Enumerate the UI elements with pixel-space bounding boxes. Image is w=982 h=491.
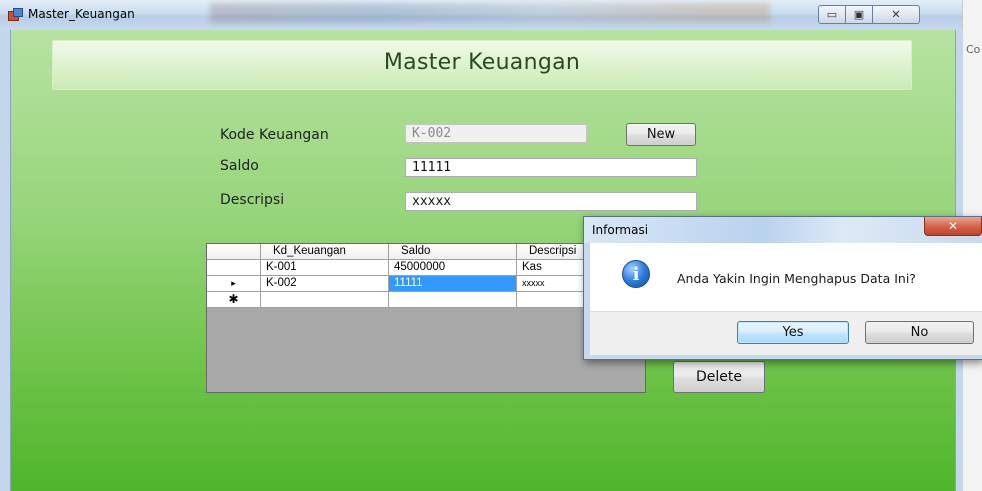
- information-icon: i: [622, 260, 650, 288]
- new-row-indicator[interactable]: ✱: [207, 292, 261, 308]
- no-button[interactable]: No: [865, 321, 974, 344]
- saldo-label: Saldo: [220, 158, 259, 174]
- grid-header-row: Kd_Keuangan Saldo Descripsi: [207, 244, 645, 260]
- descripsi-label: Descripsi: [220, 192, 285, 208]
- table-row[interactable]: ▸ K-002 11111 xxxxx: [207, 276, 645, 292]
- table-cell[interactable]: K-002: [261, 276, 389, 292]
- row-header[interactable]: [207, 260, 261, 276]
- window-titlebar[interactable]: Master_Keuangan ▭ ▣ ✕: [0, 0, 962, 30]
- window-controls: ▭ ▣ ✕: [818, 5, 920, 24]
- form-header-panel: Master Keuangan: [52, 40, 912, 90]
- table-cell[interactable]: [389, 292, 517, 308]
- table-cell[interactable]: K-001: [261, 260, 389, 276]
- window-title: Master_Keuangan: [28, 7, 135, 21]
- saldo-field[interactable]: 11111: [405, 158, 697, 177]
- current-row-indicator[interactable]: ▸: [207, 276, 261, 292]
- minimize-button[interactable]: ▭: [818, 5, 846, 24]
- new-button[interactable]: New: [626, 123, 696, 146]
- dialog-message: Anda Yakin Ingin Menghapus Data Ini?: [677, 271, 916, 286]
- delete-button[interactable]: Delete: [673, 361, 765, 393]
- table-cell[interactable]: [261, 292, 389, 308]
- keuangan-data-grid[interactable]: Kd_Keuangan Saldo Descripsi K-001 450000…: [206, 243, 646, 393]
- kode-keuangan-field[interactable]: K-002: [405, 124, 587, 143]
- grid-corner-header[interactable]: [207, 244, 261, 260]
- column-header-kd-keuangan[interactable]: Kd_Keuangan: [261, 244, 389, 260]
- table-cell[interactable]: 45000000: [389, 260, 517, 276]
- column-header-saldo[interactable]: Saldo: [389, 244, 517, 260]
- page-title: Master Keuangan: [383, 50, 581, 75]
- dialog-close-button[interactable]: ✕: [924, 217, 982, 236]
- maximize-button[interactable]: ▣: [846, 5, 873, 24]
- kode-keuangan-label: Kode Keuangan: [220, 127, 329, 143]
- close-window-button[interactable]: ✕: [873, 5, 920, 24]
- titlebar-glass: [210, 3, 770, 23]
- new-row[interactable]: ✱: [207, 292, 645, 308]
- app-window-icon[interactable]: [8, 8, 23, 21]
- descripsi-field[interactable]: xxxxx: [405, 192, 697, 211]
- yes-button[interactable]: Yes: [737, 321, 849, 344]
- table-row[interactable]: K-001 45000000 Kas: [207, 260, 645, 276]
- background-window-text: Co: [966, 43, 981, 56]
- table-cell-selected[interactable]: 11111: [389, 276, 517, 292]
- dialog-titlebar[interactable]: Informasi ✕: [584, 217, 982, 243]
- dialog-title: Informasi: [592, 223, 649, 237]
- window-frame-left: [0, 30, 11, 491]
